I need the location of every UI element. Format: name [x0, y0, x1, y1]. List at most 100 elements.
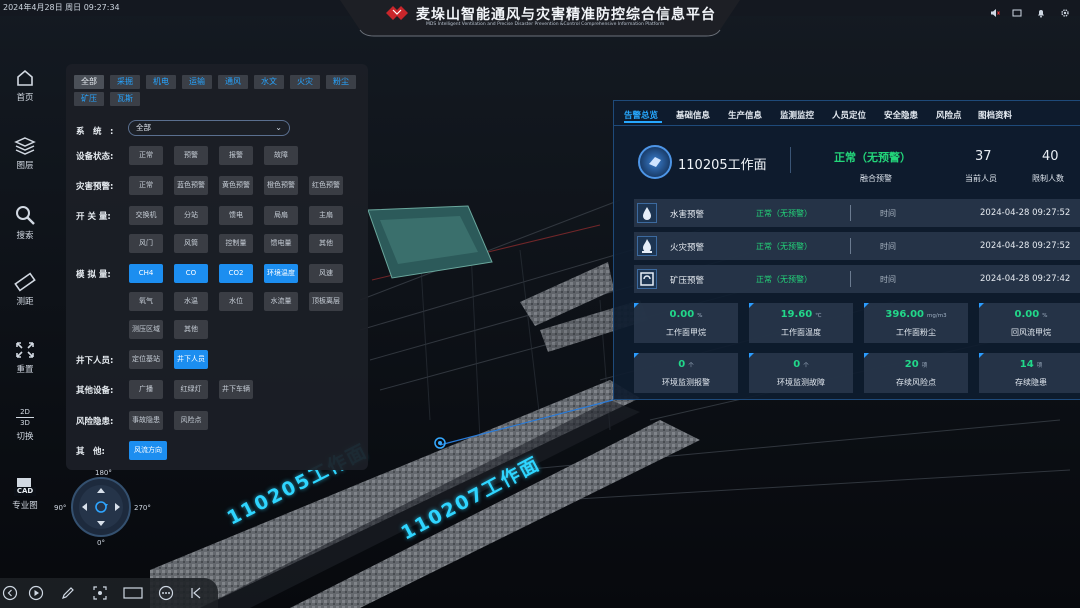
filter-btn[interactable]: 定位基站 [129, 350, 163, 369]
metric-label: 环境监测故障 [777, 378, 825, 387]
alarm-status: 正常（无预警） [756, 275, 812, 284]
filter-btn[interactable]: 正常 [129, 176, 163, 195]
alarm-row[interactable]: 水害预警 正常（无预警） 时间 2024-04-28 09:27:52 [634, 199, 1080, 227]
metric-card[interactable]: 0.00% 工作面甲烷 [634, 303, 738, 343]
filter-btn-selected[interactable]: 井下人员 [174, 350, 208, 369]
metric-card[interactable]: 0.00% 回风流甲烷 [979, 303, 1080, 343]
tab-personnel-location[interactable]: 人员定位 [832, 109, 866, 121]
filter-btn[interactable]: 预警 [174, 146, 208, 165]
filter-btn[interactable]: 氧气 [129, 292, 163, 311]
filter-btn[interactable]: 水流量 [264, 292, 298, 311]
speaker-icon[interactable] [990, 3, 1000, 17]
nav-layers[interactable]: 图层 [5, 136, 45, 171]
category-ventilation[interactable]: 通风 [218, 75, 248, 89]
filter-btn[interactable]: 风险点 [174, 411, 208, 430]
tab-safety-hazards[interactable]: 安全隐患 [884, 109, 918, 121]
alarm-row[interactable]: 火灾预警 正常（无预警） 时间 2024-04-28 09:27:52 [634, 232, 1080, 260]
metric-label: 工作面粉尘 [896, 328, 936, 337]
pen-icon[interactable] [60, 585, 76, 601]
tab-risk-points[interactable]: 风险点 [936, 109, 962, 121]
system-select[interactable]: 全部 ⌄ [128, 120, 290, 136]
filter-btn[interactable]: 测压区域 [129, 320, 163, 339]
switch-2d3d-icon: 2D 3D [5, 408, 45, 430]
filter-btn[interactable]: 分站 [174, 206, 208, 225]
expand-icon [16, 342, 34, 358]
filter-btn[interactable]: 蓝色预警 [174, 176, 208, 195]
play-icon[interactable] [28, 585, 44, 601]
category-all[interactable]: 全部 [74, 75, 104, 89]
category-fire[interactable]: 火灾 [290, 75, 320, 89]
filter-btn[interactable]: 事故隐患 [129, 411, 163, 430]
tab-alarm-overview[interactable]: 告警总览 [624, 109, 658, 121]
metric-card[interactable]: 396.00 mg/m3 工作面粉尘 [864, 303, 968, 343]
filter-btn[interactable]: 报警 [219, 146, 253, 165]
filter-btn[interactable]: 馈电 [219, 206, 253, 225]
filter-btn[interactable]: 其他 [309, 234, 343, 253]
nav-measure[interactable]: 测距 [5, 272, 45, 307]
filter-btn-selected[interactable]: 风流方向 [129, 441, 167, 460]
filter-btn[interactable]: 广播 [129, 380, 163, 399]
window-icon[interactable] [1012, 3, 1022, 17]
group-label-analog: 模 拟 量: [76, 270, 111, 280]
compass-control[interactable] [70, 476, 132, 538]
filter-btn[interactable]: 风筒 [174, 234, 208, 253]
category-hydrology[interactable]: 水文 [254, 75, 284, 89]
alarm-name: 矿压预警 [670, 276, 705, 286]
filter-btn[interactable]: 主扇 [309, 206, 343, 225]
filter-btn[interactable]: 局扇 [264, 206, 298, 225]
alarm-row[interactable]: 矿压预警 正常（无预警） 时间 2024-04-28 09:27:42 [634, 265, 1080, 293]
filter-btn[interactable]: 故障 [264, 146, 298, 165]
filter-btn[interactable]: 控制量 [219, 234, 253, 253]
nav-switch[interactable]: 2D 3D 切换 [5, 408, 45, 442]
capture-icon[interactable] [92, 585, 108, 601]
category-electromechanical[interactable]: 机电 [146, 75, 176, 89]
category-transport[interactable]: 运输 [182, 75, 212, 89]
filter-btn[interactable]: 正常 [129, 146, 163, 165]
category-dust[interactable]: 粉尘 [326, 75, 356, 89]
filter-btn[interactable]: 水位 [219, 292, 253, 311]
filter-btn[interactable]: 其他 [174, 320, 208, 339]
filter-btn[interactable]: 交换机 [129, 206, 163, 225]
filter-btn[interactable]: 水温 [174, 292, 208, 311]
filter-btn[interactable]: 红绿灯 [174, 380, 208, 399]
bell-icon[interactable] [1036, 3, 1046, 18]
filter-btn[interactable]: 风速 [309, 264, 343, 283]
category-gas[interactable]: 瓦斯 [110, 92, 140, 106]
app-root: 110205工作面 110207工作面 2024年4月28日 周日 09:27:… [0, 0, 1080, 608]
frame-icon[interactable] [122, 585, 143, 601]
nav-reset[interactable]: 重置 [5, 340, 45, 375]
nav-search[interactable]: 搜索 [5, 204, 45, 241]
metric-card[interactable]: 0个 环境监测报警 [634, 353, 738, 393]
metric-card[interactable]: 14 项 存续隐患 [979, 353, 1080, 393]
alarm-status: 正常（无预警） [756, 209, 812, 218]
filter-btn-selected[interactable]: CO [174, 264, 208, 283]
category-mining[interactable]: 采掘 [110, 75, 140, 89]
filter-btn-selected[interactable]: 环境温度 [264, 264, 298, 283]
metric-card[interactable]: 20 项 存续风险点 [864, 353, 968, 393]
filter-btn[interactable]: 黄色预警 [219, 176, 253, 195]
settings-icon[interactable] [1060, 3, 1070, 17]
tab-documents[interactable]: 图档资料 [978, 109, 1012, 121]
tab-production-info[interactable]: 生产信息 [728, 109, 762, 121]
filter-btn[interactable]: 红色预警 [309, 176, 343, 195]
tab-monitoring[interactable]: 监测监控 [780, 109, 814, 121]
metric-card[interactable]: 19.60 ℃ 工作面温度 [749, 303, 853, 343]
layers-icon [14, 137, 36, 155]
category-rock-pressure[interactable]: 矿压 [74, 92, 104, 106]
filter-btn-selected[interactable]: CO2 [219, 264, 253, 283]
metric-value: 0 [793, 359, 801, 370]
filter-btn[interactable]: 橙色预警 [264, 176, 298, 195]
nav-home[interactable]: 首页 [5, 68, 45, 103]
tab-basic-info[interactable]: 基础信息 [676, 109, 710, 121]
filter-btn[interactable]: 馈电量 [264, 234, 298, 253]
divider [850, 238, 851, 254]
metric-card[interactable]: 0个 环境监测故障 [749, 353, 853, 393]
filter-btn[interactable]: 井下车辆 [219, 380, 253, 399]
nav-cad[interactable]: CAD 专业图 [5, 478, 45, 511]
more-icon[interactable] [158, 585, 174, 601]
filter-btn[interactable]: 风门 [129, 234, 163, 253]
skip-icon[interactable] [188, 585, 204, 601]
back-icon[interactable] [2, 585, 18, 601]
filter-btn[interactable]: 顶板离层 [309, 292, 343, 311]
filter-btn-selected[interactable]: CH4 [129, 264, 163, 283]
